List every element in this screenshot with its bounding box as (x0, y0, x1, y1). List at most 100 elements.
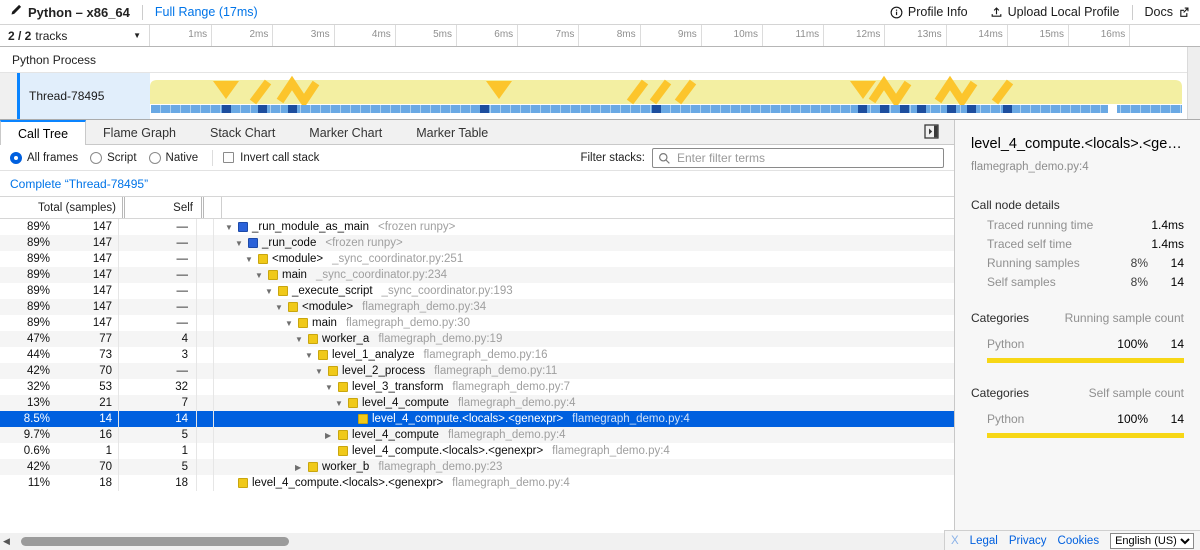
scrollbar-thumb[interactable] (21, 537, 289, 546)
column-total-samples[interactable]: Total (samples) (0, 197, 125, 218)
tracks-scrollbar[interactable] (1187, 47, 1200, 119)
row-tree-cell: ▼_run_code<frozen runpy> (214, 235, 954, 251)
function-name: level_1_analyze (332, 349, 414, 361)
row-self-samples: 3 (119, 347, 197, 363)
row-total-percent: 89% (0, 237, 50, 249)
time-ruler[interactable]: 1ms2ms3ms4ms5ms6ms7ms8ms9ms10ms11ms12ms1… (150, 25, 1200, 46)
tab-marker-chart[interactable]: Marker Chart (292, 120, 399, 144)
profile-info-button[interactable]: Profile Info (890, 5, 968, 19)
row-total-percent: 89% (0, 285, 50, 297)
stat-label: Running samples (987, 256, 1104, 270)
scroll-left-arrow-icon[interactable]: ◀ (3, 536, 10, 547)
row-self-samples: — (119, 299, 197, 315)
row-tree-cell: ▼_execute_script_sync_coordinator.py:193 (214, 283, 954, 299)
category-square-icon (308, 334, 318, 344)
column-self[interactable]: Self (125, 197, 204, 218)
expanded-arrow-icon[interactable]: ▼ (335, 399, 348, 408)
table-row[interactable]: 0.6%11level_4_compute.<locals>.<genexpr>… (0, 443, 954, 459)
process-track-header[interactable]: Python Process (0, 47, 1200, 73)
expanded-arrow-icon[interactable]: ▼ (305, 351, 318, 360)
radio-script[interactable]: Script (90, 152, 136, 164)
table-row[interactable]: 89%147—▼_run_module_as_main<frozen runpy… (0, 219, 954, 235)
radio-all-frames[interactable]: All frames (10, 152, 78, 164)
edit-pencil-icon[interactable] (10, 3, 22, 21)
table-row[interactable]: 89%147—▼_run_code<frozen runpy> (0, 235, 954, 251)
collapsed-arrow-icon[interactable]: ▶ (325, 431, 338, 440)
row-tree-cell: ▼_run_module_as_main<frozen runpy> (214, 219, 954, 235)
footer-link-privacy[interactable]: Privacy (1009, 535, 1047, 547)
row-self-samples: 32 (119, 379, 197, 395)
expanded-arrow-icon[interactable]: ▼ (285, 319, 298, 328)
table-row[interactable]: 89%147—▼main_sync_coordinator.py:234 (0, 267, 954, 283)
row-self-samples: 7 (119, 395, 197, 411)
expanded-arrow-icon[interactable]: ▼ (315, 367, 328, 376)
row-self-samples: — (119, 315, 197, 331)
collapsed-arrow-icon[interactable]: ▶ (295, 463, 308, 472)
table-row[interactable]: 42%70—▼level_2_processflamegraph_demo.py… (0, 363, 954, 379)
full-range-link[interactable]: Full Range (17ms) (155, 5, 258, 19)
language-select[interactable]: English (US) (1110, 533, 1194, 549)
table-row[interactable]: 9.7%165▶level_4_computeflamegraph_demo.p… (0, 427, 954, 443)
expanded-arrow-icon[interactable]: ▼ (325, 383, 338, 392)
tab-flame-graph[interactable]: Flame Graph (86, 120, 193, 144)
footer-link-legal[interactable]: Legal (970, 535, 998, 547)
tab-stack-chart[interactable]: Stack Chart (193, 120, 292, 144)
category-square-icon (268, 270, 278, 280)
ruler-tick (701, 25, 702, 46)
table-row[interactable]: 89%147—▼_execute_script_sync_coordinator… (0, 283, 954, 299)
radio-native[interactable]: Native (149, 152, 199, 164)
expanded-arrow-icon[interactable]: ▼ (225, 223, 238, 232)
sample-marker (947, 105, 956, 113)
function-name: _run_module_as_main (252, 221, 369, 233)
invert-call-stack-checkbox[interactable]: Invert call stack (223, 152, 319, 164)
footer-link-cookies[interactable]: Cookies (1058, 535, 1100, 547)
table-row[interactable]: 32%5332▼level_3_transformflamegraph_demo… (0, 379, 954, 395)
category-square-icon (288, 302, 298, 312)
row-total-percent: 13% (0, 397, 50, 409)
tab-call-tree[interactable]: Call Tree (0, 120, 86, 145)
stat-value: 1.4ms (1148, 218, 1184, 232)
expanded-arrow-icon[interactable]: ▼ (235, 239, 248, 248)
row-tree-cell: ▼level_4_computeflamegraph_demo.py:4 (214, 395, 954, 411)
table-row[interactable]: 89%147—▼<module>_sync_coordinator.py:251 (0, 251, 954, 267)
row-total-percent: 89% (0, 317, 50, 329)
table-row[interactable]: 42%705▶worker_bflamegraph_demo.py:23 (0, 459, 954, 475)
thread-activity-graph[interactable] (150, 73, 1200, 119)
docs-link[interactable]: Docs (1145, 5, 1190, 19)
ruler-tick (1068, 25, 1069, 46)
profile-title[interactable]: Python – x86_64 (28, 5, 130, 20)
footer-close-button[interactable]: X (951, 535, 959, 547)
breadcrumb-root-link[interactable]: Complete “Thread-78495” (10, 177, 148, 191)
table-row[interactable]: 13%217▼level_4_computeflamegraph_demo.py… (0, 395, 954, 411)
expanded-arrow-icon[interactable]: ▼ (265, 287, 278, 296)
table-row[interactable]: 11%1818level_4_compute.<locals>.<genexpr… (0, 475, 954, 491)
sidebar-stat-row: Self samples8%14 (987, 276, 1184, 288)
row-tree-cell: ▼worker_aflamegraph_demo.py:19 (214, 331, 954, 347)
row-total-samples: 147 (50, 251, 119, 267)
ruler-tick-label: 8ms (590, 29, 636, 40)
tab-marker-table[interactable]: Marker Table (399, 120, 505, 144)
chevron-down-icon: ▼ (133, 31, 141, 40)
expanded-arrow-icon[interactable]: ▼ (255, 271, 268, 280)
row-total-samples: 77 (50, 331, 119, 347)
expanded-arrow-icon[interactable]: ▼ (245, 255, 258, 264)
table-row[interactable]: 8.5%1414level_4_compute.<locals>.<genexp… (0, 411, 954, 427)
filter-stacks-input[interactable] (652, 148, 944, 168)
ruler-tick (640, 25, 641, 46)
upload-profile-button[interactable]: Upload Local Profile (990, 5, 1120, 19)
row-tree-cell: ▼<module>_sync_coordinator.py:251 (214, 251, 954, 267)
row-tree-cell: ▼main_sync_coordinator.py:234 (214, 267, 954, 283)
row-self-samples: — (119, 251, 197, 267)
expanded-arrow-icon[interactable]: ▼ (275, 303, 288, 312)
table-row[interactable]: 89%147—▼mainflamegraph_demo.py:30 (0, 315, 954, 331)
sidebar-toggle-icon[interactable] (924, 124, 940, 144)
table-row[interactable]: 89%147—▼<module>flamegraph_demo.py:34 (0, 299, 954, 315)
row-category-strip (197, 443, 214, 459)
tracks-dropdown[interactable]: 2 / 2 tracks ▼ (0, 25, 150, 46)
categories-count-label: Running sample count (1065, 311, 1184, 325)
thread-track-label[interactable]: Thread-78495 (20, 73, 150, 119)
table-row[interactable]: 47%774▼worker_aflamegraph_demo.py:19 (0, 331, 954, 347)
thread-track: Thread-78495 (0, 73, 1200, 119)
table-row[interactable]: 44%733▼level_1_analyzeflamegraph_demo.py… (0, 347, 954, 363)
expanded-arrow-icon[interactable]: ▼ (295, 335, 308, 344)
